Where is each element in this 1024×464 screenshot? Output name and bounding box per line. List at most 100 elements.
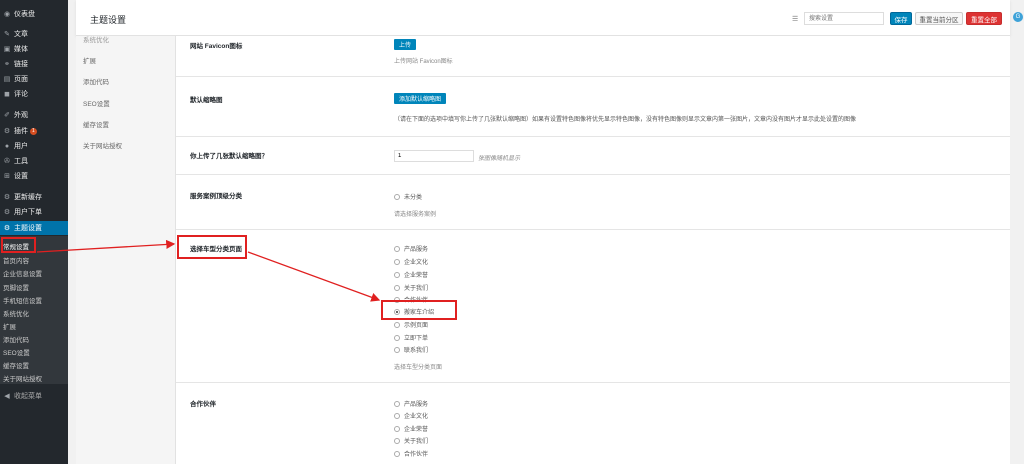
menu-user-order[interactable]: ⚙ 用户下单 [0,205,68,219]
submenu-company-info[interactable]: 企业信息设置 [0,266,68,279]
radio-option[interactable]: 示例页面 [394,320,428,329]
menu-appearance[interactable]: ✐ 外观 [0,108,68,122]
menu-plugins[interactable]: ⚙ 插件 1 [0,124,68,138]
radio-button[interactable] [394,346,400,353]
user-icon: ● [4,142,10,150]
collapse-menu[interactable]: ◀ 收起菜单 [0,389,68,403]
menu-label: 页面 [14,76,28,83]
menu-theme-settings[interactable]: ⚙ 主题设置 [0,221,68,235]
radio-option[interactable]: 合作伙伴 [394,449,428,458]
radio-option[interactable]: 立即下单 [394,333,428,342]
menu-comments[interactable]: ◼ 评论 [0,87,68,101]
radio-option[interactable]: 产品服务 [394,399,428,408]
thumb-count-input[interactable] [394,150,474,162]
menu-posts[interactable]: ✎ 文章 [0,27,68,41]
radio-button[interactable] [394,412,400,419]
section-nav-item-cache[interactable]: 缓存设置 [83,119,109,129]
submenu-license[interactable]: 关于网站授权 [0,371,68,384]
menu-settings[interactable]: ⊞ 设置 [0,169,68,183]
radio-option[interactable]: 企业文化 [394,257,428,266]
submenu-home-content[interactable]: 首页内容 [0,253,68,266]
row-divider [176,76,1010,77]
menu-label: 收起菜单 [14,393,42,400]
radio-button[interactable] [394,193,400,200]
theme-settings-icon: ⚙ [3,225,11,232]
radio-label: 关于我们 [404,286,429,292]
radio-button[interactable] [394,450,400,457]
menu-media[interactable]: ▣ 媒体 [0,42,68,56]
radio-option[interactable]: 关于我们 [394,283,428,292]
collapse-icon: ◀ [4,393,10,400]
radio-option[interactable]: 企业荣誉 [394,424,428,433]
submenu-footer[interactable]: 页脚设置 [0,280,68,293]
radio-button[interactable] [394,271,400,278]
menu-pages[interactable]: ▤ 页面 [0,72,68,86]
submenu-seo[interactable]: SEO设置 [0,345,68,358]
search-input[interactable] [804,12,884,25]
menu-label: 链接 [14,61,28,68]
thumb-desc: （请在下面的选项中填写你上传了几张默认缩略图）如果有设置特色图像将优先显示特色图… [394,117,857,123]
media-icon: ▣ [3,46,11,53]
section-nav-item-license[interactable]: 关于网站授权 [83,140,122,150]
radio-label: 未分类 [404,195,423,201]
list-icon: ☰ [792,16,799,23]
thumb-label: 默认缩略图 [190,97,223,104]
menu-update-cache[interactable]: ⚙ 更新缓存 [0,190,68,204]
radio-option[interactable]: 企业文化 [394,411,428,420]
options-header: 主题设置 ☰ 保存 重置当前分区 重置全部 [76,0,1010,36]
admin-sidebar: ◉ 仪表盘 ✎ 文章 ▣ 媒体 ⚭ 链接 ▤ 页面 ◼ 评论 ✐ 外观 ⚙ 插件 1 ● 用户 ✇ 工… [0,0,68,464]
menu-users[interactable]: ● 用户 [0,139,68,153]
menu-label: 媒体 [14,46,28,53]
radio-option[interactable]: 联系我们 [394,345,428,354]
radio-button[interactable] [394,334,400,341]
link-icon: ⚭ [4,61,10,68]
submenu-cache[interactable]: 缓存设置 [0,358,68,371]
menu-label: 插件 [14,128,28,135]
reset-section-button[interactable]: 重置当前分区 [915,12,963,25]
radio-label: 立即下单 [404,336,429,342]
annotation-box-selected-option [381,300,457,320]
favicon-label: 网站 Favicon图标 [190,43,243,50]
radio-label: 企业文化 [404,414,429,420]
radio-button[interactable] [394,284,400,291]
section-nav-item-add-code[interactable]: 添加代码 [83,76,109,86]
radio-label: 示例页面 [404,323,429,329]
radio-option[interactable]: 产品服务 [394,244,428,253]
radio-option[interactable]: 未分类 [394,192,422,201]
radio-button[interactable] [394,437,400,444]
save-button[interactable]: 保存 [890,12,912,25]
section-nav-item-extend[interactable]: 扩展 [83,55,96,65]
menu-links[interactable]: ⚭ 链接 [0,57,68,71]
user-order-icon: ⚙ [3,209,11,216]
radio-label: 产品服务 [404,247,429,253]
menu-label: 用户下单 [14,209,42,216]
menu-label: 工具 [14,158,28,165]
radio-button[interactable] [394,258,400,265]
row-divider [176,229,1010,230]
radio-option[interactable]: 关于我们 [394,436,428,445]
radio-button[interactable] [394,321,400,328]
radio-button[interactable] [394,400,400,407]
radio-button[interactable] [394,245,400,252]
reset-all-button[interactable]: 重置全部 [966,12,1002,25]
row-divider [176,136,1010,137]
thumb-count-label: 你上传了几张默认缩略图？ [190,153,268,160]
radio-button[interactable] [394,425,400,432]
options-content [176,36,1010,464]
submenu-optimize[interactable]: 系统优化 [0,306,68,319]
menu-dashboard[interactable]: ◉ 仪表盘 [0,7,68,21]
upload-favicon-button[interactable]: 上传 [394,39,417,50]
radio-label: 合作伙伴 [404,452,429,458]
section-nav-item-seo[interactable]: SEO设置 [83,98,110,108]
help-icon[interactable]: G [1013,12,1023,22]
update-cache-icon: ⚙ [3,194,11,201]
add-thumb-button[interactable]: 添加默认缩略图 [394,93,447,104]
submenu-extend[interactable]: 扩展 [0,319,68,332]
submenu-sms[interactable]: 手机短信设置 [0,293,68,306]
menu-tools[interactable]: ✇ 工具 [0,154,68,168]
radio-label: 产品服务 [404,402,429,408]
radio-option[interactable]: 企业荣誉 [394,270,428,279]
section-nav-item-optimize[interactable]: 系统优化 [83,34,109,44]
submenu-add-code[interactable]: 添加代码 [0,332,68,345]
row-divider [176,382,1010,383]
